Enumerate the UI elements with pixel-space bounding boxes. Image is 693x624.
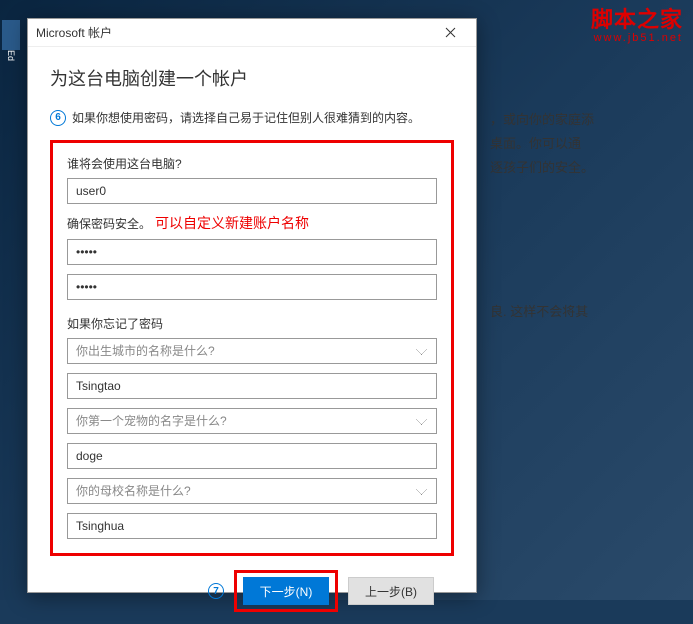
dialog-title: Microsoft 帐户 [36, 24, 430, 41]
back-button[interactable]: 上一步(B) [348, 577, 434, 605]
instruction-row: 6 如果你想使用密码，请选择自己易于记住但别人很难猜到的内容。 [50, 109, 454, 126]
label-who-uses: 谁将会使用这台电脑? [67, 155, 437, 172]
security-question-2[interactable]: 你第一个宠物的名字是什么? [67, 408, 437, 434]
next-button-highlight: 下一步(N) [234, 570, 338, 612]
instruction-text: 如果你想使用密码，请选择自己易于记住但别人很难猜到的内容。 [72, 109, 420, 126]
password-confirm-input[interactable] [67, 274, 437, 300]
create-account-dialog: Microsoft 帐户 为这台电脑创建一个帐户 6 如果你想使用密码，请选择自… [27, 18, 477, 593]
next-button[interactable]: 下一步(N) [243, 577, 329, 605]
dialog-button-row: 7 下一步(N) 上一步(B) [50, 556, 454, 612]
taskbar-icon[interactable] [2, 20, 20, 50]
dialog-content: 为这台电脑创建一个帐户 6 如果你想使用密码，请选择自己易于记住但别人很难猜到的… [28, 47, 476, 624]
close-button[interactable] [430, 21, 470, 45]
watermark-title: 脚本之家 [591, 2, 683, 34]
close-icon [445, 27, 456, 38]
password-input[interactable] [67, 239, 437, 265]
step-badge-7: 7 [208, 583, 224, 599]
security-answer-1[interactable] [67, 373, 437, 399]
annotation-custom-name: 可以自定义新建账户名称 [155, 213, 309, 233]
background-partial-text: ，或向你的家庭添 桌面。你可以通 逐孩子们的安全。 良. 这样不会将其 [490, 108, 594, 324]
security-question-3[interactable]: 你的母校名称是什么? [67, 478, 437, 504]
security-answer-2[interactable] [67, 443, 437, 469]
dialog-heading: 为这台电脑创建一个帐户 [50, 65, 454, 91]
highlighted-form-area: 谁将会使用这台电脑? 确保密码安全。 可以自定义新建账户名称 如果你忘记了密码 … [50, 140, 454, 556]
label-forgot-password: 如果你忘记了密码 [67, 315, 437, 332]
step-badge-6: 6 [50, 110, 66, 126]
dialog-titlebar: Microsoft 帐户 [28, 19, 476, 47]
watermark-url: www.jb51.net [591, 32, 683, 44]
edge-partial: Ed [6, 50, 24, 61]
username-input[interactable] [67, 178, 437, 204]
security-answer-3[interactable] [67, 513, 437, 539]
label-password-safe: 确保密码安全。 [67, 215, 151, 232]
security-question-1[interactable]: 你出生城市的名称是什么? [67, 338, 437, 364]
watermark: 脚本之家 www.jb51.net [591, 2, 683, 44]
